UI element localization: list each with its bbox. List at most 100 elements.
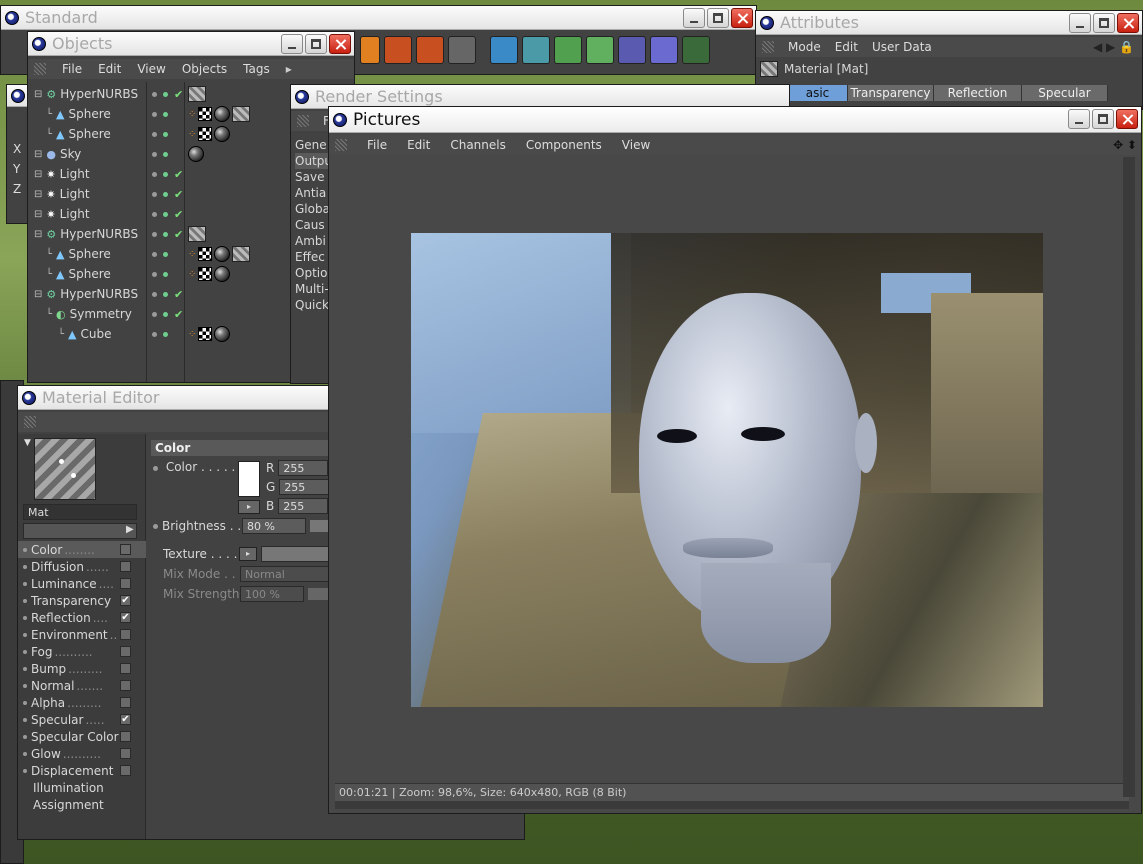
uvw-tag-icon[interactable] (198, 327, 213, 341)
channel-row[interactable]: Reflection.... ✔ (18, 609, 146, 626)
render-view-icon[interactable] (384, 36, 412, 64)
material-name-field[interactable]: Mat (23, 504, 137, 520)
tree-toggle-icon[interactable]: ⊟ (34, 229, 42, 240)
channel-checkbox[interactable] (120, 578, 131, 589)
enabled-check-icon[interactable]: ✔ (174, 228, 183, 241)
channel-checkbox[interactable] (120, 629, 131, 640)
tree-toggle-icon[interactable]: ⊟ (34, 169, 42, 180)
maximize-button[interactable] (1092, 109, 1114, 129)
anim-dot[interactable] (153, 466, 158, 471)
phong-tag-icon[interactable]: ⁘ (188, 109, 196, 120)
render-visibility-dot[interactable] (163, 171, 168, 177)
visibility-cell[interactable]: ✔ (152, 88, 183, 101)
channel-row[interactable]: Transparency ✔ (18, 592, 146, 609)
render-visibility-dot[interactable] (163, 211, 168, 217)
render-visibility-dot[interactable] (163, 291, 168, 297)
object-name[interactable]: Sphere (69, 127, 111, 141)
menu-view[interactable]: View (622, 138, 650, 152)
render-settings-item[interactable]: Effec (295, 249, 332, 265)
channel-checkbox[interactable] (120, 646, 131, 657)
render-settings-item[interactable]: Antia (295, 185, 332, 201)
material-path-field[interactable] (23, 523, 137, 539)
texture-menu-button[interactable]: ▸ (239, 547, 257, 561)
tree-toggle-icon[interactable]: ⊟ (34, 289, 42, 300)
mix-strength-field[interactable]: 100 % (240, 586, 304, 602)
tab-specular[interactable]: Specular (1022, 85, 1108, 101)
render-settings-item[interactable]: Optio (295, 265, 332, 281)
render-settings-item[interactable]: Ambi (295, 233, 332, 249)
g-field[interactable]: 255 (279, 479, 330, 495)
enabled-check-icon[interactable]: ✔ (174, 208, 183, 221)
channel-checkbox[interactable] (120, 680, 131, 691)
object-name[interactable]: Cube (81, 327, 112, 341)
close-button[interactable] (1117, 13, 1139, 33)
menu-edit[interactable]: Edit (98, 62, 121, 76)
enabled-check-icon[interactable]: ✔ (174, 288, 183, 301)
maximize-button[interactable] (707, 8, 729, 28)
more-arrow-icon[interactable]: ▸ (286, 62, 292, 76)
object-name[interactable]: Light (60, 207, 90, 221)
enabled-check-icon[interactable]: ✔ (174, 88, 183, 101)
render-settings-item[interactable]: Multi- (295, 281, 332, 297)
material-preview[interactable] (34, 438, 96, 500)
scene-icon[interactable] (650, 36, 678, 64)
object-name[interactable]: Sphere (69, 267, 111, 281)
object-name[interactable]: HyperNURBS (60, 227, 138, 241)
channel-row[interactable]: Alpha......... (18, 694, 146, 711)
render-visibility-dot[interactable] (163, 251, 168, 257)
visibility-cell[interactable]: ✔ (152, 188, 183, 201)
editor-visibility-dot[interactable] (152, 331, 157, 337)
visibility-cell[interactable]: ✔ (152, 228, 183, 241)
phong-tag-icon[interactable]: ⁘ (188, 329, 196, 340)
maximize-button[interactable] (1093, 13, 1115, 33)
tab-transparency[interactable]: Transparency (848, 85, 934, 101)
uvw-tag-icon[interactable] (198, 267, 213, 281)
expand-arrow-icon[interactable]: ▶ (126, 524, 134, 535)
hypernurbs-weight-tag-icon[interactable] (188, 226, 206, 242)
hypernurbs-weight-tag-icon[interactable] (232, 106, 251, 122)
menu-components[interactable]: Components (526, 138, 602, 152)
editor-visibility-dot[interactable] (152, 291, 157, 297)
texture-tag-icon[interactable] (214, 326, 231, 342)
channel-checkbox[interactable] (120, 561, 131, 572)
editor-visibility-dot[interactable] (152, 171, 157, 177)
move-icon[interactable]: ✥ ⬍ (1113, 138, 1137, 152)
nav-arrows-icon[interactable]: ◀ ▶ 🔒 (1093, 40, 1134, 54)
object-name[interactable]: Sphere (69, 107, 111, 121)
channel-checkbox[interactable] (120, 765, 131, 776)
menu-file[interactable]: File (62, 62, 82, 76)
render-visibility-dot[interactable] (163, 131, 168, 137)
editor-visibility-dot[interactable] (152, 251, 157, 257)
visibility-cell[interactable] (152, 111, 168, 117)
hypernurbs-weight-tag-icon[interactable] (232, 246, 251, 262)
render-visibility-dot[interactable] (163, 111, 168, 117)
texture-tag-icon[interactable] (214, 246, 231, 262)
spline-icon[interactable] (522, 36, 550, 64)
channel-row[interactable]: Specular Color (18, 728, 146, 745)
menu-tags[interactable]: Tags (243, 62, 270, 76)
visibility-cell[interactable]: ✔ (152, 288, 183, 301)
minimize-button[interactable] (1069, 13, 1091, 33)
visibility-cell[interactable] (152, 131, 168, 137)
editor-visibility-dot[interactable] (152, 111, 157, 117)
menu-file[interactable]: File (367, 138, 387, 152)
tree-toggle-icon[interactable]: └ (46, 309, 52, 320)
enabled-check-icon[interactable]: ✔ (174, 308, 183, 321)
tree-toggle-icon[interactable]: ⊟ (34, 189, 42, 200)
editor-visibility-dot[interactable] (152, 131, 157, 137)
editor-visibility-dot[interactable] (152, 151, 157, 157)
tree-toggle-icon[interactable]: └ (58, 329, 64, 340)
render-settings-item[interactable]: Outpu (295, 153, 332, 169)
texture-tag-icon[interactable] (188, 146, 204, 162)
object-name[interactable]: Symmetry (70, 307, 132, 321)
channel-row[interactable]: Luminance.... (18, 575, 146, 592)
render-visibility-dot[interactable] (163, 91, 168, 97)
channel-row[interactable]: Fog.......... (18, 643, 146, 660)
array-icon[interactable] (586, 36, 614, 64)
vertical-scrollbar[interactable] (1123, 157, 1135, 797)
channel-checkbox[interactable] (120, 697, 131, 708)
tree-toggle-icon[interactable]: ⊟ (34, 209, 42, 220)
object-name[interactable]: Sky (60, 147, 81, 161)
render-settings-item[interactable]: Quick (295, 297, 332, 313)
b-field[interactable]: 255 (278, 498, 329, 514)
